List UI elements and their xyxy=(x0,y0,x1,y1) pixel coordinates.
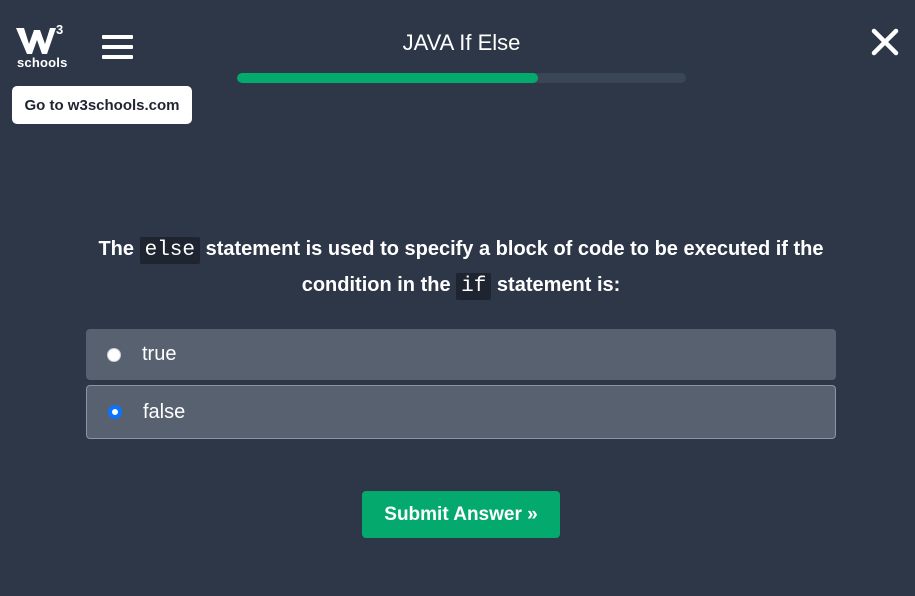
answer-option-label: true xyxy=(142,343,177,365)
progress-bar-fill xyxy=(237,73,538,83)
answer-option-true[interactable]: true xyxy=(86,329,836,380)
code-else: else xyxy=(139,237,201,264)
question-part-1: The xyxy=(98,238,140,260)
code-if: if xyxy=(456,273,492,300)
submit-answer-button[interactable]: Submit Answer » xyxy=(362,491,560,538)
answer-option-false[interactable]: false xyxy=(86,385,836,439)
logo-text: schools xyxy=(17,55,68,70)
close-icon[interactable] xyxy=(869,26,901,58)
answer-option-label: false xyxy=(143,400,186,423)
hamburger-menu-icon[interactable] xyxy=(102,35,133,60)
top-bar: 3 schools Go to w3schools.com JAVA If El… xyxy=(0,0,915,140)
page-title: JAVA If Else xyxy=(402,30,521,55)
logo-superscript: 3 xyxy=(56,22,63,37)
question-part-3: statement is: xyxy=(491,274,621,296)
go-to-w3schools-button[interactable]: Go to w3schools.com xyxy=(12,86,192,124)
radio-true[interactable] xyxy=(107,347,121,362)
question-text: The else statement is used to specify a … xyxy=(90,232,832,304)
radio-false[interactable] xyxy=(108,405,122,419)
progress-bar xyxy=(237,73,686,83)
